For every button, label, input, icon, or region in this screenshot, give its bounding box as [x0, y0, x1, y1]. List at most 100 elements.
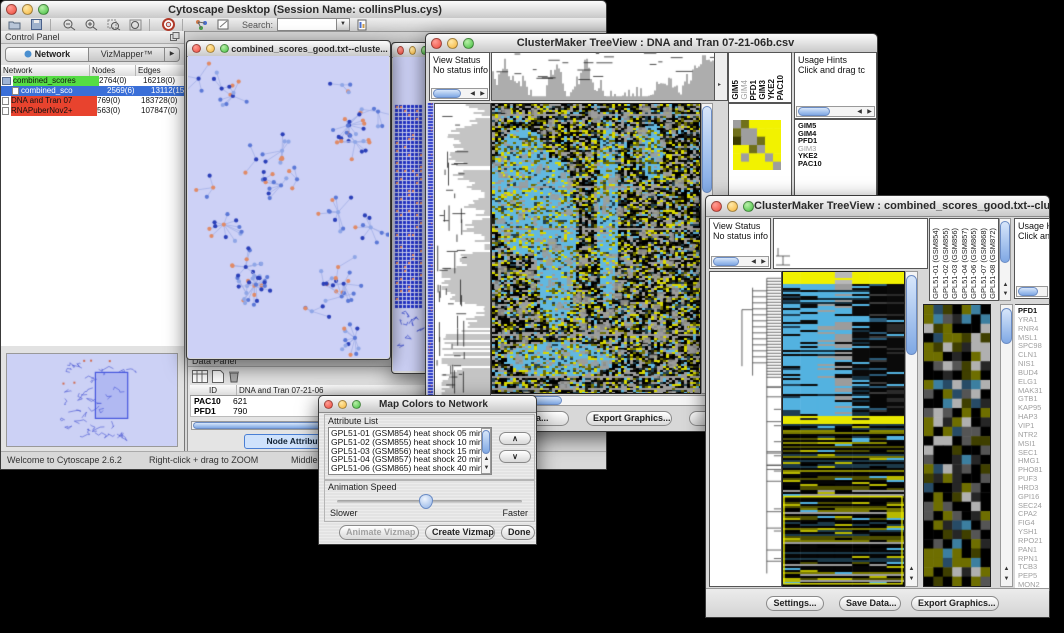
- column-label[interactable]: GIM5: [731, 80, 740, 100]
- column-label[interactable]: GPL51-08 (GSM872): [988, 228, 998, 299]
- column-label[interactable]: GPL51-01 (GSM854): [931, 228, 941, 299]
- open-session-icon[interactable]: [6, 18, 23, 31]
- minimize-button[interactable]: [447, 38, 458, 49]
- new-attribute-icon[interactable]: [212, 370, 224, 383]
- column-label[interactable]: GPL51-02 (GSM855): [941, 228, 951, 299]
- scroll-down-button[interactable]: ▼: [1001, 290, 1010, 299]
- col-edges[interactable]: Edges: [136, 65, 184, 76]
- scrollbar-thumb[interactable]: [702, 106, 712, 193]
- col-network[interactable]: Network: [1, 65, 90, 76]
- scroll-left-button[interactable]: ◀: [749, 258, 758, 267]
- search-dropdown-arrow[interactable]: ▼: [337, 18, 350, 31]
- delete-attribute-icon[interactable]: [228, 370, 240, 383]
- close-button[interactable]: [397, 46, 404, 55]
- network-view-1-canvas[interactable]: [188, 56, 389, 358]
- column-dendrogram-canvas[interactable]: [492, 53, 714, 100]
- usage-hints-scrollbar[interactable]: [1016, 286, 1048, 297]
- scroll-right-button[interactable]: ▶: [759, 258, 768, 267]
- attribute-table-icon[interactable]: [192, 370, 208, 383]
- view-status-scrollbar[interactable]: ◀ ▶: [711, 256, 769, 267]
- expand-arrow-icon[interactable]: ▸: [718, 81, 721, 88]
- export-graphics-button[interactable]: Export Graphics...: [911, 596, 999, 611]
- zoom-out-icon[interactable]: [61, 18, 78, 31]
- minimize-button[interactable]: [206, 44, 215, 53]
- speed-slider-thumb[interactable]: [419, 494, 433, 509]
- dialog-titlebar[interactable]: Map Colors to Network: [319, 396, 536, 413]
- close-button[interactable]: [711, 201, 722, 212]
- scroll-up-button[interactable]: ▲: [482, 455, 491, 464]
- close-button[interactable]: [324, 400, 333, 409]
- network-window-2-titlebar[interactable]: [392, 43, 428, 58]
- scroll-down-button[interactable]: ▼: [907, 575, 916, 584]
- data-col-id[interactable]: ID: [190, 385, 237, 395]
- network-row[interactable]: RNAPuberNov2+ 563(0) 107847(0): [1, 106, 184, 116]
- column-label[interactable]: PFD1: [749, 80, 758, 100]
- network-row[interactable]: combined_sco 2569(6) 13112(15): [1, 86, 184, 96]
- zoom-button[interactable]: [38, 4, 49, 15]
- network-overview-canvas[interactable]: [7, 354, 177, 446]
- done-button[interactable]: Done: [501, 525, 535, 540]
- column-label[interactable]: GPL51-07 (GSM868): [979, 228, 989, 299]
- scrollbar-thumb[interactable]: [713, 257, 739, 266]
- minimize-button[interactable]: [22, 4, 33, 15]
- scroll-right-button[interactable]: ▶: [865, 108, 874, 117]
- zoom-in-icon[interactable]: [83, 18, 100, 31]
- float-panel-icon[interactable]: [170, 32, 180, 42]
- close-button[interactable]: [431, 38, 442, 49]
- column-label[interactable]: PAC10: [776, 75, 785, 100]
- zoom-heatmap-canvas[interactable]: [924, 305, 990, 586]
- scroll-down-button[interactable]: ▼: [482, 464, 491, 473]
- scroll-left-button[interactable]: ◀: [468, 90, 477, 99]
- help-lifering-icon[interactable]: [160, 18, 177, 31]
- column-label[interactable]: GPL51-06 (GSM865): [969, 228, 979, 299]
- network-row[interactable]: DNA and Tran 07 769(0) 183728(0): [1, 96, 184, 106]
- move-down-button[interactable]: ∨: [499, 450, 531, 463]
- column-label[interactable]: GPL51-04 (GSM857): [960, 228, 970, 299]
- annotation-icon[interactable]: [215, 18, 232, 31]
- zoom-fit-icon[interactable]: [127, 18, 144, 31]
- col-nodes[interactable]: Nodes: [90, 65, 136, 76]
- scroll-up-button[interactable]: ▲: [1001, 281, 1010, 290]
- column-label[interactable]: GPL51-03 (GSM856): [950, 228, 960, 299]
- scroll-left-button[interactable]: ◀: [855, 108, 864, 117]
- tab-vizmapper[interactable]: VizMapper™: [89, 47, 165, 62]
- scrollbar-thumb[interactable]: [482, 430, 490, 454]
- zoom-selected-icon[interactable]: [105, 18, 122, 31]
- column-label[interactable]: YKE2: [767, 79, 776, 100]
- minimize-button[interactable]: [409, 46, 416, 55]
- tab-network[interactable]: Network: [5, 47, 89, 62]
- row-dendrogram-canvas[interactable]: [435, 104, 490, 428]
- similarity-matrix-canvas[interactable]: [733, 120, 781, 170]
- close-button[interactable]: [6, 4, 17, 15]
- network-window-1-titlebar[interactable]: combined_scores_good.txt--cluste...: [187, 41, 390, 57]
- treeview2-vscrollbar[interactable]: ▲ ▼: [905, 271, 918, 587]
- treeview2-labels-scrollbar[interactable]: ▲ ▼: [999, 218, 1011, 301]
- export-graphics-button[interactable]: Export Graphics...: [586, 411, 672, 426]
- minimize-button[interactable]: [338, 400, 347, 409]
- network-tool-icon[interactable]: [193, 18, 210, 31]
- treeview1-heatmap-canvas[interactable]: [492, 104, 700, 393]
- animate-vizmap-button[interactable]: Animate Vizmap: [339, 525, 419, 540]
- zoom-button[interactable]: [743, 201, 754, 212]
- search-input[interactable]: [277, 18, 337, 31]
- scrollbar-thumb[interactable]: [1001, 308, 1012, 344]
- usage-hints-scrollbar[interactable]: ◀ ▶: [796, 106, 875, 117]
- zoom-button[interactable]: [352, 400, 361, 409]
- gene-label[interactable]: PAC10: [798, 160, 876, 168]
- row-dendrogram-canvas[interactable]: [710, 272, 781, 586]
- save-session-icon[interactable]: [28, 18, 45, 31]
- move-up-button[interactable]: ∧: [499, 432, 531, 445]
- scrollbar-thumb[interactable]: [1000, 221, 1010, 263]
- data-col-attr[interactable]: DNA and Tran 07-21-06: [237, 385, 426, 395]
- column-dendrogram-canvas[interactable]: [774, 219, 927, 268]
- treeview1-global-strip[interactable]: [427, 103, 434, 421]
- column-label[interactable]: GIM3: [758, 80, 767, 100]
- main-titlebar[interactable]: Cytoscape Desktop (Session Name: collins…: [1, 1, 606, 19]
- view-status-scrollbar[interactable]: ◀ ▶: [431, 88, 488, 99]
- network-row[interactable]: combined_scores 2764(0) 16218(0): [1, 76, 184, 86]
- save-data-button[interactable]: Save Data...: [839, 596, 901, 611]
- scrollbar-thumb[interactable]: [798, 107, 830, 116]
- treeview1-titlebar[interactable]: ClusterMaker TreeView : DNA and Tran 07-…: [426, 34, 877, 53]
- network-view-2-canvas[interactable]: [393, 57, 427, 371]
- network-overview-panel[interactable]: [6, 353, 178, 447]
